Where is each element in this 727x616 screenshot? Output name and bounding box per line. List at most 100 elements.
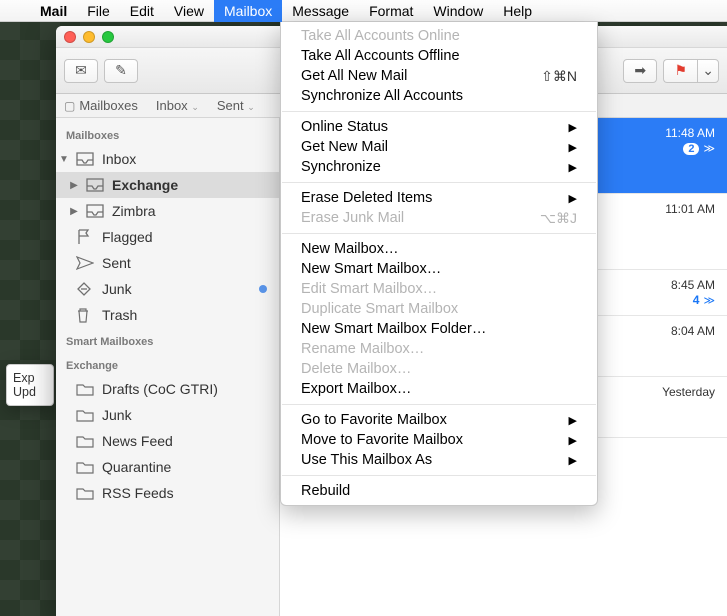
- menu-item-label: New Mailbox…: [301, 241, 399, 257]
- menu-item-label: Delete Mailbox…: [301, 361, 411, 377]
- trash-icon: [76, 307, 96, 323]
- flag-button[interactable]: ⚑: [663, 59, 697, 83]
- folder-icon: [76, 460, 96, 474]
- sidebar-item-label: Quarantine: [102, 459, 271, 475]
- menu-item-label: New Smart Mailbox Folder…: [301, 321, 486, 337]
- menu-item[interactable]: Move to Favorite Mailbox ▶: [281, 430, 597, 450]
- menu-item[interactable]: Take All Accounts Offline: [281, 46, 597, 66]
- menu-item-label: Edit Smart Mailbox…: [301, 281, 437, 297]
- junk-icon: [76, 281, 96, 297]
- menu-item-label: Move to Favorite Mailbox: [301, 432, 463, 448]
- sidebar-item-label: News Feed: [102, 433, 271, 449]
- message-time: 11:01 AM: [665, 202, 715, 216]
- menu-item-label: Duplicate Smart Mailbox: [301, 301, 458, 317]
- menu-view[interactable]: View: [164, 0, 214, 22]
- inbox-icon: [86, 178, 106, 192]
- inbox-icon: [76, 152, 96, 166]
- disclosure-triangle-icon[interactable]: ▶: [68, 180, 80, 191]
- fav-inbox[interactable]: Inbox ⌄: [156, 98, 199, 113]
- disclosure-triangle-icon[interactable]: ▼: [58, 154, 70, 165]
- menu-format[interactable]: Format: [359, 0, 423, 22]
- menu-item[interactable]: Get All New Mail⇧⌘N: [281, 66, 597, 86]
- sidebar-section-header: Mailboxes: [56, 122, 279, 146]
- menu-edit[interactable]: Edit: [120, 0, 164, 22]
- menu-item-label: Get All New Mail: [301, 68, 407, 84]
- menu-item[interactable]: Get New Mail▶: [281, 137, 597, 157]
- sidebar-item-inbox[interactable]: ▼ Inbox: [56, 146, 279, 172]
- sidebar-section-header: Exchange: [56, 352, 279, 376]
- menu-item[interactable]: New Smart Mailbox Folder…: [281, 319, 597, 339]
- message-time: 8:45 AM: [671, 278, 715, 292]
- sidebar-item-sent[interactable]: Sent: [56, 250, 279, 276]
- fav-sent[interactable]: Sent ⌄: [217, 98, 255, 113]
- sidebar-item-junk[interactable]: Junk: [56, 276, 279, 302]
- sidebar-item-quarantine[interactable]: Quarantine: [56, 454, 279, 480]
- folder-icon: [76, 382, 96, 396]
- disclosure-triangle-icon[interactable]: ▶: [68, 206, 80, 217]
- menu-item[interactable]: New Mailbox…: [281, 239, 597, 259]
- sidebar-item-exchange[interactable]: ▶ Exchange: [56, 172, 279, 198]
- bg-line: Upd: [13, 385, 47, 399]
- sidebar-item-zimbra[interactable]: ▶Zimbra: [56, 198, 279, 224]
- sidebar-item-label: Junk: [102, 407, 271, 423]
- menu-window[interactable]: Window: [423, 0, 493, 22]
- menu-separator: [282, 475, 596, 476]
- zoom-button[interactable]: [102, 31, 114, 43]
- menu-item: Delete Mailbox…: [281, 359, 597, 379]
- menu-item-label: Rename Mailbox…: [301, 341, 424, 357]
- flag-segment: ⚑ ⌄: [663, 59, 719, 83]
- sidebar-item-label: Sent: [102, 255, 271, 271]
- submenu-arrow-icon: ▶: [569, 434, 577, 447]
- sidebar-item-label: Inbox: [102, 151, 271, 167]
- mailboxes-toggle[interactable]: ▢Mailboxes: [64, 98, 138, 113]
- compose-button[interactable]: ✎: [104, 59, 138, 83]
- menu-item[interactable]: New Smart Mailbox…: [281, 259, 597, 279]
- menu-item-label: Synchronize All Accounts: [301, 88, 463, 104]
- sidebar-item-rss-feeds[interactable]: RSS Feeds: [56, 480, 279, 506]
- sidebar-item-label: Trash: [102, 307, 271, 323]
- menu-item-label: Erase Deleted Items: [301, 190, 432, 206]
- sidebar-item-flagged[interactable]: Flagged: [56, 224, 279, 250]
- flag-dropdown-button[interactable]: ⌄: [697, 59, 719, 83]
- unread-dot-icon: [259, 285, 267, 293]
- menu-help[interactable]: Help: [493, 0, 542, 22]
- forward-button[interactable]: ➡︎: [623, 59, 657, 83]
- menu-file[interactable]: File: [77, 0, 120, 22]
- menu-message[interactable]: Message: [282, 0, 359, 22]
- sidebar-item-label: Exchange: [112, 177, 271, 193]
- sidebar-item-junk[interactable]: Junk: [56, 402, 279, 428]
- menu-item[interactable]: Synchronize▶: [281, 157, 597, 177]
- menu-item[interactable]: Synchronize All Accounts: [281, 86, 597, 106]
- sidebar-item-label: Drafts (CoC GTRI): [102, 381, 271, 397]
- menu-item-label: Synchronize: [301, 159, 381, 175]
- menu-app[interactable]: Mail: [30, 0, 77, 22]
- menubar: Mail FileEditViewMailboxMessageFormatWin…: [0, 0, 727, 22]
- message-time: Yesterday: [662, 385, 715, 399]
- submenu-arrow-icon: ▶: [569, 192, 577, 205]
- thread-count: 2: [683, 143, 699, 155]
- thread-arrow-icon: ≫: [703, 295, 715, 307]
- menu-mailbox[interactable]: Mailbox: [214, 0, 282, 22]
- folder-icon: [76, 486, 96, 500]
- message-time: 11:48 AM: [665, 126, 715, 140]
- menu-item[interactable]: Online Status▶: [281, 117, 597, 137]
- window-controls: [64, 31, 114, 43]
- sidebar-item-trash[interactable]: Trash: [56, 302, 279, 328]
- menu-item[interactable]: Use This Mailbox As▶: [281, 450, 597, 470]
- get-mail-button[interactable]: ✉︎: [64, 59, 98, 83]
- thread-arrow-icon: ≫: [703, 143, 715, 155]
- folder-icon: [76, 408, 96, 422]
- sidebar-item-drafts-coc-gtri-[interactable]: Drafts (CoC GTRI): [56, 376, 279, 402]
- background-window: Exp Upd: [6, 364, 54, 406]
- sidebar-item-news-feed[interactable]: News Feed: [56, 428, 279, 454]
- submenu-arrow-icon: ▶: [569, 414, 577, 427]
- close-button[interactable]: [64, 31, 76, 43]
- minimize-button[interactable]: [83, 31, 95, 43]
- menu-item[interactable]: Erase Deleted Items ▶: [281, 188, 597, 208]
- menu-item[interactable]: Go to Favorite Mailbox▶: [281, 410, 597, 430]
- menu-item[interactable]: Rebuild: [281, 481, 597, 501]
- menu-item-label: Export Mailbox…: [301, 381, 411, 397]
- menu-item: Edit Smart Mailbox…: [281, 279, 597, 299]
- menu-item[interactable]: Export Mailbox…: [281, 379, 597, 399]
- folder-icon: [76, 434, 96, 448]
